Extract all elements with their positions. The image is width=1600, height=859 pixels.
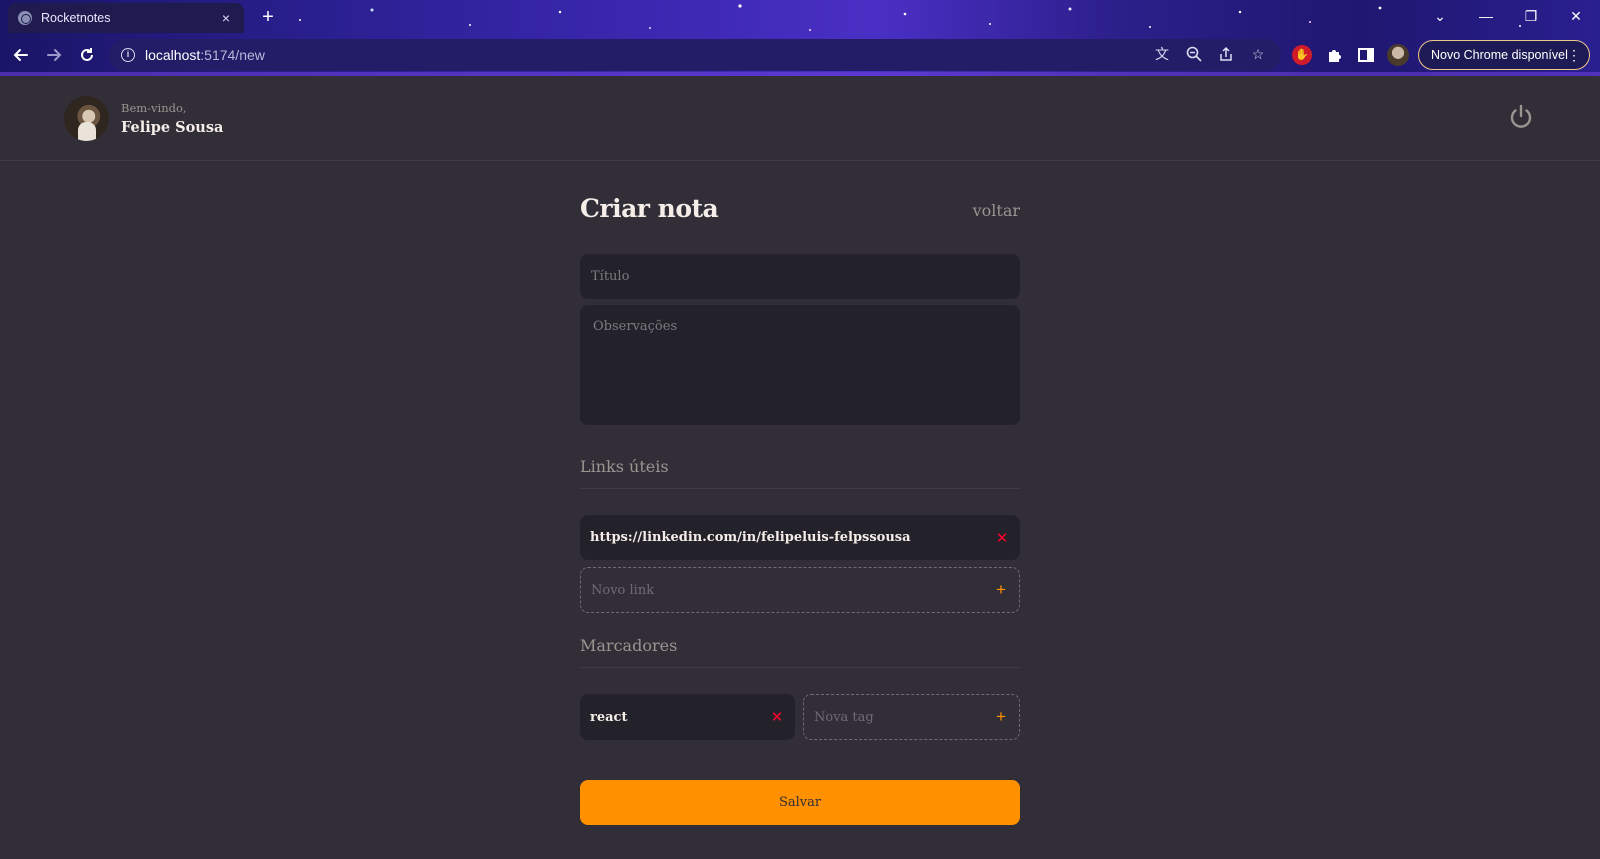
new-tab-button[interactable]: +: [256, 6, 280, 28]
close-window-button[interactable]: ✕: [1556, 4, 1596, 28]
tag-item-value: react: [590, 709, 628, 725]
page-title: Criar nota: [580, 194, 719, 223]
url-host: localhost: [145, 47, 201, 63]
back-link[interactable]: voltar: [973, 201, 1020, 220]
extensions-puzzle-icon[interactable]: [1325, 45, 1345, 65]
new-link-field[interactable]: Novo link +: [580, 567, 1020, 613]
links-section-title: Links úteis: [580, 457, 1020, 489]
translate-icon[interactable]: 文: [1153, 45, 1171, 63]
site-info-icon[interactable]: i: [121, 48, 135, 62]
url-path: :5174/new: [200, 47, 265, 63]
remove-link-icon[interactable]: ✕: [994, 529, 1010, 547]
minimize-button[interactable]: —: [1466, 4, 1506, 28]
new-tag-placeholder[interactable]: Nova tag: [814, 710, 993, 725]
tab-strip: Rocketnotes × + ⌄ — ❐ ✕: [0, 0, 1600, 33]
tab-title: Rocketnotes: [41, 11, 111, 25]
new-tag-field[interactable]: Nova tag +: [803, 694, 1020, 740]
browser-chrome: Rocketnotes × + ⌄ — ❐ ✕ i localhost :517…: [0, 0, 1600, 76]
chrome-update-label: Novo Chrome disponível: [1431, 48, 1568, 62]
title-field[interactable]: [580, 254, 1020, 299]
share-icon[interactable]: [1217, 45, 1235, 63]
tab-rocketnotes[interactable]: Rocketnotes ×: [8, 3, 244, 33]
address-bar[interactable]: i localhost :5174/new 文 ☆: [109, 39, 1281, 71]
save-button[interactable]: Salvar: [580, 780, 1020, 825]
user-avatar[interactable]: [64, 96, 109, 141]
globe-icon: [18, 11, 32, 25]
power-icon[interactable]: [1506, 102, 1536, 132]
back-arrow-icon[interactable]: [8, 42, 34, 68]
welcome-text: Bem-vindo,: [121, 101, 187, 115]
new-link-placeholder[interactable]: Novo link: [591, 583, 993, 598]
tag-item: react ✕: [580, 694, 795, 740]
side-panel-icon[interactable]: [1356, 45, 1376, 65]
reload-icon[interactable]: [74, 42, 100, 68]
browser-toolbar: i localhost :5174/new 文 ☆ ✋ Novo Chrome: [0, 36, 1600, 74]
add-link-icon[interactable]: +: [993, 580, 1009, 600]
forward-arrow-icon[interactable]: [41, 42, 67, 68]
tags-section-title: Marcadores: [580, 636, 1020, 668]
bookmark-star-icon[interactable]: ☆: [1249, 45, 1267, 63]
observations-textarea[interactable]: [580, 305, 1020, 425]
remove-tag-icon[interactable]: ✕: [769, 708, 785, 726]
zoom-icon[interactable]: [1185, 45, 1203, 63]
title-input[interactable]: [580, 254, 1020, 299]
tab-search-button[interactable]: ⌄: [1420, 4, 1460, 28]
app-header: Bem-vindo, Felipe Sousa: [0, 76, 1600, 161]
restore-button[interactable]: ❐: [1511, 4, 1551, 28]
observations-field[interactable]: [580, 305, 1020, 425]
link-item-value: https://linkedin.com/in/felipeluis-felps…: [590, 530, 911, 545]
link-item: https://linkedin.com/in/felipeluis-felps…: [580, 515, 1020, 560]
extension-hand-icon[interactable]: ✋: [1292, 45, 1312, 65]
username[interactable]: Felipe Sousa: [121, 119, 223, 136]
kebab-menu-icon[interactable]: ⋮: [1567, 47, 1581, 64]
chrome-update-button[interactable]: Novo Chrome disponível ⋮: [1418, 40, 1590, 70]
close-tab-icon[interactable]: ×: [218, 10, 234, 26]
add-tag-icon[interactable]: +: [993, 707, 1009, 727]
omnibox-actions: 文 ☆: [1153, 45, 1267, 63]
profile-avatar[interactable]: [1387, 44, 1409, 66]
